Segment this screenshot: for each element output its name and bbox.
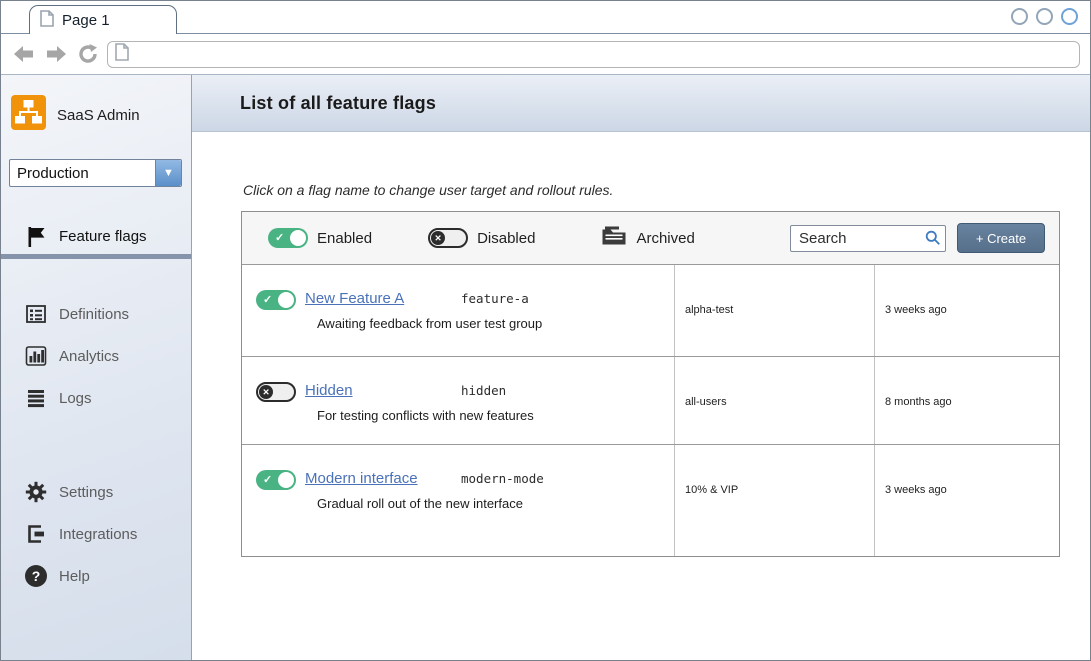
back-button[interactable] [11, 41, 37, 67]
tab-title: Page 1 [62, 12, 110, 29]
flag-updated-cell: 8 months ago [874, 357, 1059, 444]
flag-description: Gradual roll out of the new interface [305, 496, 674, 511]
table-row: ✓ New Feature A feature-a Awaiting feedb… [242, 264, 1059, 356]
table-row: ✕ Hidden hidden For testing conflicts wi… [242, 356, 1059, 444]
flag-target-cell: alpha-test [674, 265, 874, 356]
analytics-icon [24, 345, 48, 367]
search-input[interactable] [790, 225, 946, 252]
help-icon: ? [24, 565, 48, 587]
sidebar-item-label: Logs [59, 390, 92, 407]
integrations-icon [24, 523, 48, 545]
feature-flags-table: ✓ Enabled ✕ Disabled [241, 211, 1060, 557]
search-box [790, 225, 946, 252]
sidebar-item-label: Definitions [59, 306, 129, 323]
address-page-icon [115, 43, 129, 66]
window-control-1[interactable] [1011, 8, 1028, 25]
table-row: ✓ Modern interface modern-mode Gradual r… [242, 444, 1059, 556]
window-controls [1011, 8, 1078, 25]
sidebar-item-logs[interactable]: Logs [1, 377, 191, 419]
search-icon [925, 230, 941, 251]
flag-name-link[interactable]: Hidden [305, 382, 461, 399]
sidebar-item-settings[interactable]: Settings [1, 471, 191, 513]
browser-window: Page 1 [0, 0, 1091, 661]
sidebar: SaaS Admin Production ▼ Feature flags [1, 75, 192, 660]
tab-strip: Page 1 [1, 1, 1090, 34]
flag-target-cell: all-users [674, 357, 874, 444]
nav-spacer [1, 259, 191, 293]
forward-button[interactable] [43, 41, 69, 67]
gear-icon [24, 481, 48, 503]
main-content: Click on a flag name to change user targ… [192, 132, 1090, 660]
browser-tab[interactable]: Page 1 [29, 5, 177, 34]
flag-key: modern-mode [461, 471, 544, 486]
browser-toolbar [1, 34, 1090, 75]
flag-disabled-toggle[interactable]: ✕ [256, 382, 296, 402]
app-area: SaaS Admin Production ▼ Feature flags [1, 75, 1090, 660]
flag-cell: ✕ Hidden hidden For testing conflicts wi… [242, 357, 674, 444]
page-icon [40, 10, 54, 31]
app-name: SaaS Admin [57, 107, 140, 124]
chevron-down-icon: ▼ [155, 160, 181, 186]
app-logo-icon [10, 94, 47, 136]
flag-name-link[interactable]: Modern interface [305, 470, 461, 487]
flag-cell: ✓ New Feature A feature-a Awaiting feedb… [242, 265, 674, 356]
flags-hint-text: Click on a flag name to change user targ… [243, 182, 1060, 198]
sidebar-item-definitions[interactable]: Definitions [1, 293, 191, 335]
sidebar-item-integrations[interactable]: Integrations [1, 513, 191, 555]
flag-updated-cell: 3 weeks ago [874, 265, 1059, 356]
sidebar-item-label: Settings [59, 484, 113, 501]
filter-disabled[interactable]: ✕ Disabled [428, 228, 535, 248]
flag-enabled-toggle[interactable]: ✓ [256, 290, 296, 310]
disabled-toggle-icon[interactable]: ✕ [428, 228, 468, 248]
flag-icon [24, 225, 48, 248]
sidebar-item-label: Analytics [59, 348, 119, 365]
sidebar-item-analytics[interactable]: Analytics [1, 335, 191, 377]
filter-archived[interactable]: Archived [601, 225, 694, 251]
flag-description: For testing conflicts with new features [305, 408, 674, 423]
filter-archived-label: Archived [636, 230, 694, 247]
filter-disabled-label: Disabled [477, 230, 535, 247]
sidebar-item-help[interactable]: ? Help [1, 555, 191, 597]
address-bar[interactable] [107, 41, 1080, 68]
flag-updated-cell: 3 weeks ago [874, 445, 1059, 556]
page-title: List of all feature flags [240, 93, 436, 114]
nav-group-gap [1, 419, 191, 471]
table-filter-bar: ✓ Enabled ✕ Disabled [242, 212, 1059, 264]
archive-folder-icon [601, 225, 627, 251]
window-control-3[interactable] [1061, 8, 1078, 25]
environment-value: Production [10, 160, 155, 186]
main-header: List of all feature flags [192, 75, 1090, 132]
logs-icon [24, 387, 48, 409]
sidebar-item-label: Help [59, 568, 90, 585]
definitions-icon [24, 303, 48, 325]
sidebar-item-feature-flags[interactable]: Feature flags [1, 215, 191, 254]
window-control-2[interactable] [1036, 8, 1053, 25]
sidebar-nav: Feature flags Definitions Analytics [1, 215, 191, 597]
brand: SaaS Admin [1, 75, 191, 146]
filter-enabled[interactable]: ✓ Enabled [268, 228, 372, 248]
refresh-button[interactable] [75, 41, 101, 67]
flag-enabled-toggle[interactable]: ✓ [256, 470, 296, 490]
flag-target-cell: 10% & VIP [674, 445, 874, 556]
sidebar-item-label: Integrations [59, 526, 137, 543]
environment-select[interactable]: Production ▼ [9, 159, 182, 187]
flag-key: hidden [461, 383, 506, 398]
enabled-toggle-icon[interactable]: ✓ [268, 228, 308, 248]
flag-name-link[interactable]: New Feature A [305, 290, 461, 307]
flag-cell: ✓ Modern interface modern-mode Gradual r… [242, 445, 674, 556]
flag-key: feature-a [461, 291, 529, 306]
sidebar-item-label: Feature flags [59, 228, 147, 245]
flag-description: Awaiting feedback from user test group [305, 316, 674, 331]
filter-enabled-label: Enabled [317, 230, 372, 247]
create-flag-button[interactable]: + Create [957, 223, 1045, 253]
main-area: List of all feature flags Click on a fla… [192, 75, 1090, 660]
